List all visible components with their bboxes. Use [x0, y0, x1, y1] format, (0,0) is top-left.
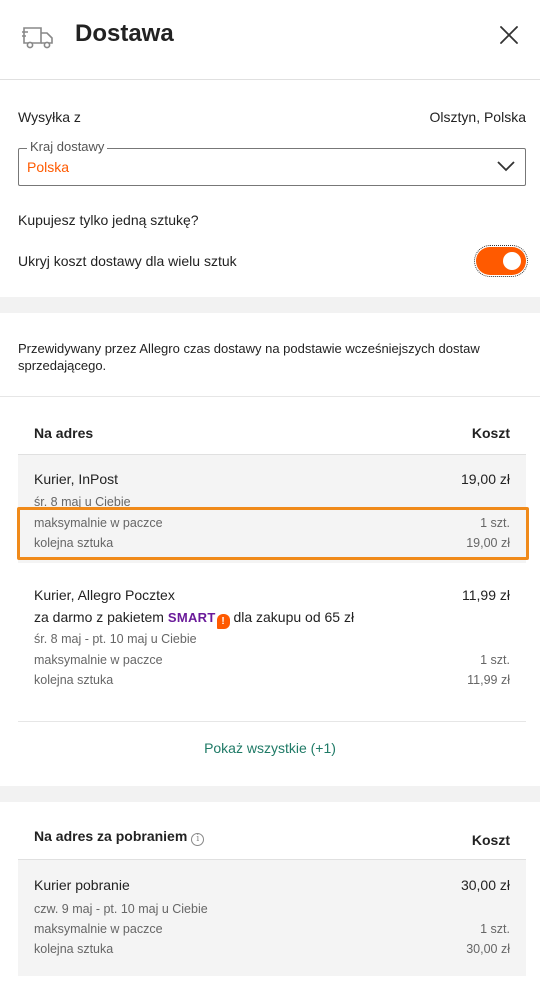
- smart-badge-icon: !: [216, 614, 230, 629]
- next-item-label: kolejna sztuka: [34, 536, 114, 550]
- table-row: Kurier, InPost 19,00 zł śr. 8 maj u Cieb…: [18, 455, 526, 563]
- section-divider: [0, 786, 540, 802]
- one-piece-question: Kupujesz tylko jedną sztukę?: [18, 212, 199, 228]
- table-header: Na adres Koszt: [18, 397, 526, 455]
- table-header: Na adres za pobraniem i Koszt: [18, 802, 526, 860]
- smart-promo-suffix: dla zakupu od 65 zł: [233, 609, 355, 625]
- next-item-value: 11,99 zł: [467, 673, 510, 687]
- cod-header-label: Na adres za pobraniem: [34, 828, 188, 844]
- max-in-package-value: 1 szt.: [480, 922, 510, 936]
- table-header-method: Na adres: [34, 425, 94, 441]
- divider: [18, 721, 526, 722]
- chevron-down-icon: [497, 161, 515, 172]
- hide-cost-toggle[interactable]: [474, 245, 528, 277]
- smart-logo: SMART: [167, 610, 216, 625]
- delivery-price: 11,99 zł: [462, 587, 510, 603]
- max-in-package-label: maksymalnie w paczce: [34, 653, 163, 667]
- table-header-cost: Koszt: [471, 425, 510, 441]
- max-in-package-value: 1 szt.: [480, 516, 510, 530]
- close-icon[interactable]: [498, 24, 520, 46]
- delivery-method-name: Kurier pobranie: [34, 877, 130, 893]
- delivery-price: 30,00 zł: [460, 877, 510, 893]
- ship-from-label: Wysyłka z: [18, 109, 81, 125]
- cod-table: Na adres za pobraniem i Koszt Kurier pobr…: [18, 802, 526, 998]
- delivery-date: śr. 8 maj - pt. 10 maj u Ciebie: [34, 632, 197, 646]
- info-icon[interactable]: i: [191, 833, 205, 846]
- max-in-package-value: 1 szt.: [480, 653, 510, 667]
- modal-header: Dostawa: [0, 0, 540, 80]
- next-item-label: kolejna sztuka: [34, 673, 114, 687]
- table-row: Kurier pobranie 30,00 zł czw. 9 maj - pt…: [18, 860, 526, 976]
- country-select-label: Kraj dostawy: [27, 139, 108, 154]
- ship-from-value: Olsztyn, Polska: [429, 109, 526, 125]
- toggle-knob: [503, 252, 521, 270]
- max-in-package-label: maksymalnie w paczce: [34, 516, 163, 530]
- page-title: Dostawa: [75, 20, 174, 47]
- smart-promo: za darmo z pakietem SMART! dla zakupu od…: [34, 609, 354, 629]
- delivery-date: czw. 9 maj - pt. 10 maj u Ciebie: [34, 902, 208, 916]
- next-item-value: 30,00 zł: [466, 942, 510, 956]
- to-address-table: Na adres Koszt Kurier, InPost 19,00 zł ś…: [18, 397, 526, 787]
- delivery-method-name: Kurier, InPost: [34, 471, 119, 487]
- smart-promo-prefix: za darmo z pakietem: [34, 609, 164, 625]
- next-item-value: 19,00 zł: [466, 536, 510, 550]
- section-divider: [0, 297, 540, 313]
- truck-icon: [22, 27, 53, 49]
- table-row: Kurier, Allegro Pocztex 11,99 zł za darm…: [18, 563, 526, 721]
- country-select[interactable]: Kraj dostawy Polska: [18, 139, 526, 186]
- delivery-date: śr. 8 maj u Ciebie: [34, 495, 131, 509]
- show-all-link[interactable]: Pokaż wszystkie (+1): [0, 740, 540, 756]
- table-header-cost: Koszt: [471, 832, 510, 848]
- delivery-info: Przewidywany przez Allegro czas dostawy …: [0, 313, 540, 397]
- max-in-package-label: maksymalnie w paczce: [34, 922, 163, 936]
- hide-cost-label: Ukryj koszt dostawy dla wielu sztuk: [18, 253, 237, 269]
- table-header-method: Na adres za pobraniem i: [34, 828, 205, 846]
- shipping-settings: Wysyłka z Olsztyn, Polska Kraj dostawy P…: [0, 81, 540, 297]
- country-select-value: Polska: [27, 159, 70, 175]
- delivery-price: 19,00 zł: [460, 471, 510, 487]
- delivery-info-text: Przewidywany przez Allegro czas dostawy …: [18, 341, 480, 373]
- delivery-method-name: Kurier, Allegro Pocztex: [34, 587, 175, 603]
- next-item-label: kolejna sztuka: [34, 942, 114, 956]
